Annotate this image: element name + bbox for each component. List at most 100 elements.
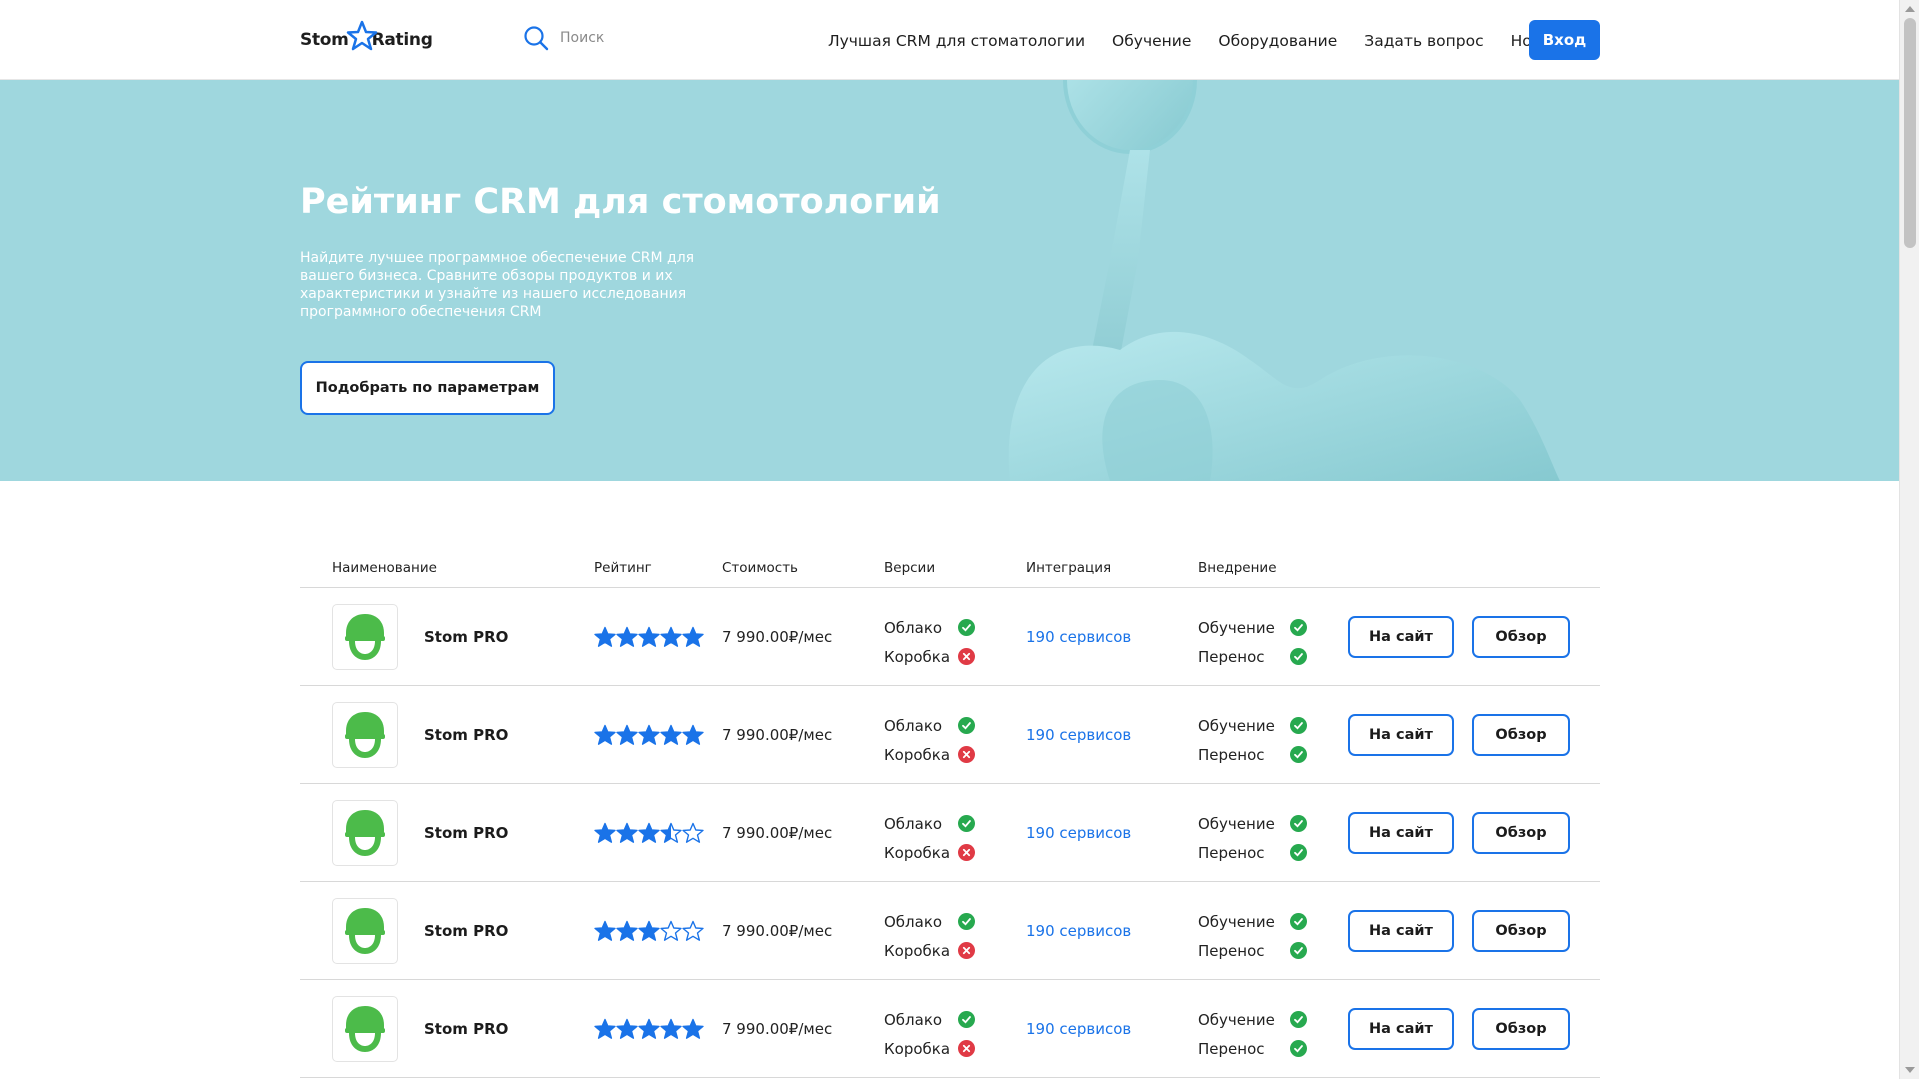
product-name: Stom PRO [424, 1020, 509, 1038]
login-button[interactable]: Вход [1529, 20, 1600, 60]
version-cloud-label: Облако [884, 814, 943, 833]
scroll-down-arrow-icon[interactable] [1905, 1067, 1915, 1073]
impl-transfer-label: Перенос [1198, 941, 1265, 960]
integration-link[interactable]: 190 сервисов [1026, 824, 1131, 842]
check-icon [958, 717, 975, 734]
star-filled-icon [638, 1018, 660, 1039]
impl-transfer: Перенос [1198, 642, 1307, 671]
check-icon [1290, 619, 1307, 636]
check-icon [1290, 1040, 1307, 1057]
nav-item-ask-question[interactable]: Задать вопрос [1364, 32, 1483, 50]
impl-training: Обучение [1198, 907, 1307, 936]
helmet-avatar-icon [345, 908, 385, 954]
search-input[interactable] [560, 30, 720, 46]
star-logo-icon [346, 20, 377, 51]
check-icon [1290, 815, 1307, 832]
column-header-price: Стоимость [722, 560, 799, 576]
version-box: Коробка [884, 642, 975, 671]
hero-title: Рейтинг CRM для стомотологий [300, 182, 941, 222]
review-button[interactable]: Обзор [1472, 812, 1570, 854]
impl-training: Обучение [1198, 613, 1307, 642]
impl-training: Обучение [1198, 1005, 1307, 1034]
cross-icon [958, 844, 975, 861]
star-filled-icon [616, 626, 638, 647]
go-to-site-button[interactable]: На сайт [1348, 616, 1454, 658]
star-filled-icon [638, 626, 660, 647]
rating-stars [594, 724, 704, 746]
implementation-cell: Обучение Перенос [1198, 809, 1307, 867]
star-filled-icon [660, 724, 682, 745]
crm-rating-table: Наименование Рейтинг Стоимость Версии Ин… [300, 552, 1600, 1078]
go-to-site-button[interactable]: На сайт [1348, 812, 1454, 854]
helmet-avatar-icon [345, 614, 385, 660]
integration-link[interactable]: 190 сервисов [1026, 1020, 1131, 1038]
star-filled-icon [638, 920, 660, 941]
star-filled-icon [682, 724, 704, 745]
review-button[interactable]: Обзор [1472, 714, 1570, 756]
search-icon[interactable] [522, 24, 550, 52]
scroll-thumb[interactable] [1904, 18, 1916, 248]
impl-training-label: Обучение [1198, 814, 1275, 833]
impl-training: Обучение [1198, 809, 1307, 838]
helmet-avatar-icon [345, 810, 385, 856]
hero-description: Найдите лучшее программное обеспечение C… [300, 250, 695, 320]
column-header-rating: Рейтинг [594, 560, 652, 576]
table-row: Stom PRO 7 990.00₽/мес Облако Коробка 19… [300, 686, 1600, 784]
version-cloud: Облако [884, 711, 975, 740]
nav-item-best-crm[interactable]: Лучшая CRM для стоматологии [828, 32, 1085, 50]
star-empty-icon [660, 920, 682, 941]
star-filled-icon [616, 822, 638, 843]
versions-cell: Облако Коробка [884, 809, 975, 867]
impl-training-label: Обучение [1198, 1010, 1275, 1029]
nav-item-training[interactable]: Обучение [1112, 32, 1191, 50]
check-icon [1290, 1011, 1307, 1028]
integration-link[interactable]: 190 сервисов [1026, 922, 1131, 940]
versions-cell: Облако Коробка [884, 711, 975, 769]
logo-text-left: Stom [300, 30, 349, 50]
check-icon [958, 1011, 975, 1028]
dental-mirror-tooth-illustration [1008, 80, 1560, 481]
version-box-label: Коробка [884, 843, 951, 862]
implementation-cell: Обучение Перенос [1198, 711, 1307, 769]
version-cloud-label: Облако [884, 716, 943, 735]
star-filled-icon [682, 626, 704, 647]
integration-link[interactable]: 190 сервисов [1026, 628, 1131, 646]
review-button[interactable]: Обзор [1472, 616, 1570, 658]
table-row: Stom PRO 7 990.00₽/мес Облако Коробка 19… [300, 588, 1600, 686]
product-avatar [332, 898, 398, 964]
check-icon [958, 815, 975, 832]
version-cloud: Облако [884, 809, 975, 838]
filter-by-params-button[interactable]: Подобрать по параметрам [300, 361, 555, 415]
check-icon [1290, 746, 1307, 763]
version-cloud: Облако [884, 907, 975, 936]
helmet-avatar-icon [345, 712, 385, 758]
check-icon [1290, 717, 1307, 734]
go-to-site-button[interactable]: На сайт [1348, 1008, 1454, 1050]
review-button[interactable]: Обзор [1472, 1008, 1570, 1050]
impl-transfer: Перенос [1198, 740, 1307, 769]
nav-item-equipment[interactable]: Оборудование [1218, 32, 1337, 50]
go-to-site-button[interactable]: На сайт [1348, 714, 1454, 756]
search-bar [522, 24, 720, 52]
product-name: Stom PRO [424, 726, 509, 744]
site-logo[interactable]: Stom Rating [300, 20, 433, 58]
scroll-up-arrow-icon[interactable] [1905, 6, 1915, 12]
impl-transfer: Перенос [1198, 936, 1307, 965]
column-header-implementation: Внедрение [1198, 560, 1277, 576]
impl-training: Обучение [1198, 711, 1307, 740]
star-filled-icon [682, 1018, 704, 1039]
go-to-site-button[interactable]: На сайт [1348, 910, 1454, 952]
page-scrollbar[interactable] [1899, 0, 1919, 1079]
review-button[interactable]: Обзор [1472, 910, 1570, 952]
rating-stars [594, 822, 704, 844]
table-header: Наименование Рейтинг Стоимость Версии Ин… [300, 552, 1600, 588]
table-row: Stom PRO 7 990.00₽/мес Облако Коробка 19… [300, 980, 1600, 1078]
integration-link[interactable]: 190 сервисов [1026, 726, 1131, 744]
cross-icon [958, 942, 975, 959]
product-price: 7 990.00₽/мес [722, 628, 833, 646]
table-row: Stom PRO 7 990.00₽/мес Облако Коробка 19… [300, 784, 1600, 882]
version-box-label: Коробка [884, 941, 951, 960]
version-box: Коробка [884, 740, 975, 769]
product-price: 7 990.00₽/мес [722, 726, 833, 744]
site-header: Stom Rating Лучшая CRM для стоматологии … [0, 0, 1899, 80]
